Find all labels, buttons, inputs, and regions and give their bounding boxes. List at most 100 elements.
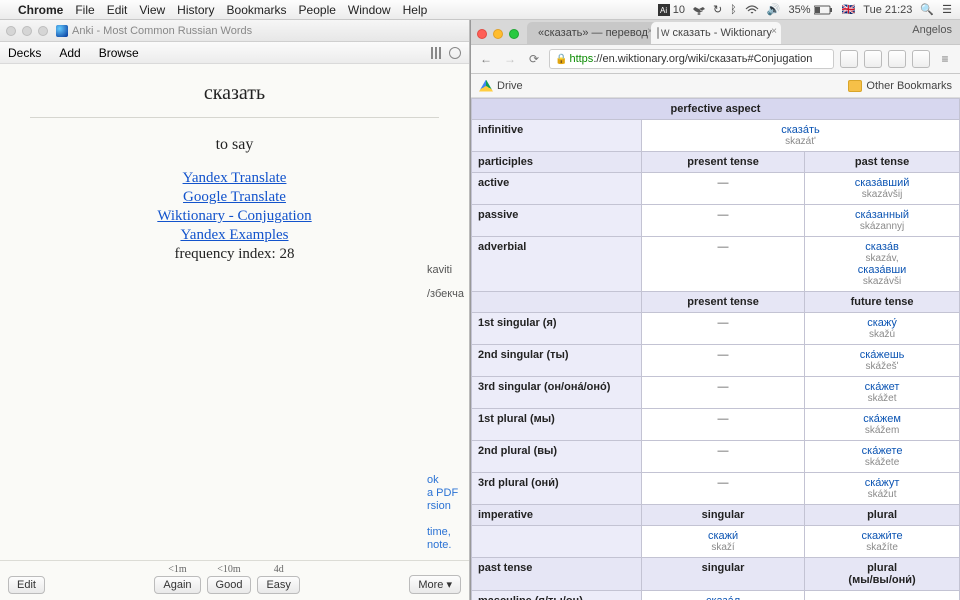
cell-masculine-sg: сказа́лskazál: [642, 591, 805, 600]
anki-card: сказать to say Yandex Translate Google T…: [0, 64, 469, 560]
tab-close-icon[interactable]: ×: [771, 26, 777, 37]
cell-2sg-future: ска́жешьskážešʹ: [805, 345, 960, 377]
wiktionary-page[interactable]: perfective aspect infinitive сказа́тьska…: [471, 98, 960, 600]
menu-history[interactable]: History: [177, 3, 214, 17]
row-2pl-label: 2nd plural (вы): [472, 441, 642, 473]
menu-view[interactable]: View: [139, 3, 165, 17]
menu-bookmarks[interactable]: Bookmarks: [227, 3, 287, 17]
volume-icon[interactable]: 🔊: [767, 3, 781, 16]
answer-good-button[interactable]: Good: [207, 576, 252, 594]
anki-window: Anki - Most Common Russian Words Decks A…: [0, 20, 470, 600]
link-wiktionary-conjugation[interactable]: Wiktionary - Conjugation: [10, 208, 459, 225]
more-button[interactable]: More ▾: [409, 575, 461, 594]
menu-file[interactable]: File: [75, 3, 94, 17]
folder-icon: [848, 80, 862, 92]
sync-icon[interactable]: ↻: [713, 3, 722, 16]
card-divider: [30, 117, 439, 118]
link-yandex-translate[interactable]: Yandex Translate: [10, 170, 459, 187]
anki-add-link[interactable]: Add: [59, 46, 80, 60]
adobe-icon[interactable]: Ai 10: [658, 4, 685, 16]
chrome-profile-name[interactable]: Angelos: [912, 24, 952, 36]
forward-button[interactable]: →: [501, 50, 519, 68]
app-name[interactable]: Chrome: [18, 3, 63, 17]
traffic-min[interactable]: [493, 29, 503, 39]
bookmarks-bar: Drive Other Bookmarks: [471, 74, 960, 98]
bookmark-drive[interactable]: Drive: [497, 80, 523, 92]
cell-active-past: сказа́вшийskazávšij: [805, 173, 960, 205]
stats-icon[interactable]: [431, 47, 443, 59]
cell-dash: —: [642, 205, 805, 237]
tab-wiktionary[interactable]: Wсказать - Wiktionary×: [651, 22, 781, 44]
traffic-max[interactable]: [509, 29, 519, 39]
back-button[interactable]: ←: [477, 50, 495, 68]
row-1pl-label: 1st plural (мы): [472, 409, 642, 441]
menu-people[interactable]: People: [299, 3, 336, 17]
row-participles-label: participles: [472, 152, 642, 173]
col-present-tense: present tense: [642, 292, 805, 313]
other-bookmarks[interactable]: Other Bookmarks: [866, 80, 952, 92]
cell-dash: —: [642, 441, 805, 473]
answer-easy-button[interactable]: Easy: [257, 576, 299, 594]
row-active-label: active: [472, 173, 642, 205]
cell-3sg-future: ска́жетskážet: [805, 377, 960, 409]
answer-again-button[interactable]: Again: [154, 576, 200, 594]
col-present-tense: present tense: [642, 152, 805, 173]
bluetooth-icon[interactable]: ᛒ: [730, 4, 737, 16]
traffic-min[interactable]: [22, 26, 32, 36]
cell-dash: —: [642, 377, 805, 409]
battery-indicator[interactable]: 35%: [788, 4, 833, 16]
link-google-translate[interactable]: Google Translate: [10, 189, 459, 206]
extension-icon[interactable]: [840, 50, 858, 68]
col-past-tense: past tense: [805, 152, 960, 173]
anki-footer: Edit <1mAgain <10mGood 4dEasy More ▾: [0, 560, 469, 600]
input-flag[interactable]: 🇬🇧: [842, 3, 856, 16]
notification-center-icon[interactable]: ☰: [942, 3, 952, 16]
row-imperative-label: imperative: [472, 505, 642, 526]
extension-icon[interactable]: [912, 50, 930, 68]
row-adverbial-label: adverbial: [472, 237, 642, 292]
tab-yandex-translate[interactable]: «сказать» — перевод с р…×: [527, 22, 657, 44]
menu-help[interactable]: Help: [403, 3, 428, 17]
cell-3pl-future: ска́жутskážut: [805, 473, 960, 505]
menu-window[interactable]: Window: [348, 3, 391, 17]
link-yandex-examples[interactable]: Yandex Examples: [10, 227, 459, 244]
cell-imperative-pl: скажи́теskažíte: [805, 526, 960, 558]
favicon-icon: [657, 27, 659, 39]
cell-infinitive: сказа́тьskazátʹ: [642, 120, 960, 152]
tab-title: сказать - Wiktionary: [673, 27, 772, 39]
cell-dash: —: [642, 173, 805, 205]
traffic-close[interactable]: [477, 29, 487, 39]
chrome-traffic-lights[interactable]: [477, 29, 519, 39]
wifi-icon[interactable]: [745, 5, 759, 15]
dropbox-icon[interactable]: [693, 4, 705, 16]
lock-icon: 🔒: [555, 54, 567, 65]
sync-gear-icon[interactable]: [449, 47, 461, 59]
anki-decks-link[interactable]: Decks: [8, 46, 41, 60]
traffic-close[interactable]: [6, 26, 16, 36]
extension-icon[interactable]: [888, 50, 906, 68]
cell-dash: —: [642, 313, 805, 345]
anki-browse-link[interactable]: Browse: [99, 46, 139, 60]
anki-titlebar[interactable]: Anki - Most Common Russian Words: [0, 20, 469, 42]
spotlight-icon[interactable]: 🔍: [920, 3, 934, 16]
row-imperative-blank: [472, 526, 642, 558]
good-interval: <10m: [217, 564, 240, 575]
extension-icon[interactable]: [864, 50, 882, 68]
col-future-tense: future tense: [805, 292, 960, 313]
cell-masculine-pl: [805, 591, 960, 600]
cell-dash: —: [642, 409, 805, 441]
url-scheme: https: [569, 53, 593, 65]
svg-text:Ai: Ai: [660, 6, 667, 15]
url-rest: ://en.wiktionary.org/wiki/сказать#Conjug…: [593, 53, 812, 65]
address-bar[interactable]: 🔒 https://en.wiktionary.org/wiki/сказать…: [549, 49, 834, 69]
chrome-menu-icon[interactable]: ≡: [936, 50, 954, 68]
easy-interval: 4d: [274, 564, 284, 575]
reload-button[interactable]: ⟳: [525, 50, 543, 68]
edit-card-button[interactable]: Edit: [8, 576, 45, 594]
anki-traffic-lights[interactable]: [6, 26, 48, 36]
traffic-max[interactable]: [38, 26, 48, 36]
drive-icon: [479, 80, 493, 92]
clock[interactable]: Tue 21:23: [863, 4, 912, 16]
menu-edit[interactable]: Edit: [107, 3, 128, 17]
row-blank: [472, 292, 642, 313]
